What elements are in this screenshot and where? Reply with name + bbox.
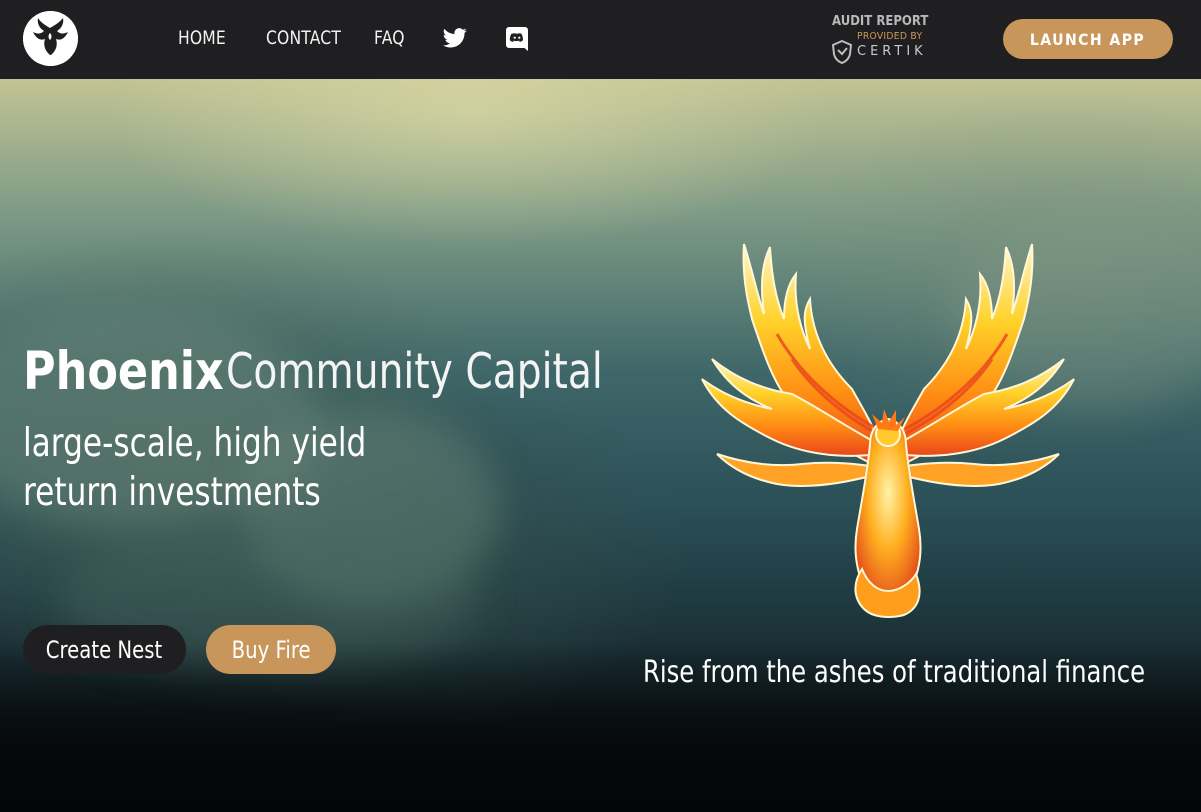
nav-link-contact[interactable]: CONTACT: [266, 27, 341, 49]
hero-title: Phoenix Community Capital: [23, 341, 603, 402]
audit-provided-by-label: PROVIDED BY: [857, 31, 923, 42]
certik-shield-icon: [831, 39, 853, 65]
create-nest-button[interactable]: Create Nest: [23, 625, 186, 674]
nav-link-faq[interactable]: FAQ: [374, 27, 405, 49]
top-navigation-bar: HOME CONTACT FAQ AUDIT REPORT PROVIDED B…: [0, 0, 1201, 79]
hero-subtitle-line-1: large-scale, high yield: [23, 421, 367, 466]
certik-brand-label: CERTIK: [857, 44, 927, 59]
phoenix-bird-icon: [692, 239, 1084, 631]
hero-subtitle-line-2: return investments: [23, 470, 321, 515]
hero-tagline: Rise from the ashes of traditional finan…: [643, 655, 1146, 690]
launch-app-button[interactable]: LAUNCH APP: [1003, 19, 1173, 59]
hero-title-bold: Phoenix: [23, 341, 224, 402]
audit-report-label: AUDIT REPORT: [832, 14, 929, 29]
phoenix-logo-icon[interactable]: [23, 11, 78, 66]
buy-fire-button-label: Buy Fire: [231, 635, 311, 664]
create-nest-button-label: Create Nest: [46, 635, 163, 664]
buy-fire-button[interactable]: Buy Fire: [206, 625, 336, 674]
certik-audit-report-link[interactable]: AUDIT REPORT PROVIDED BY CERTIK: [829, 14, 939, 66]
launch-app-button-label: LAUNCH APP: [1030, 29, 1146, 49]
nav-link-home[interactable]: HOME: [178, 27, 226, 49]
twitter-icon[interactable]: [443, 27, 469, 53]
hero-subtitle: large-scale, high yield return investmen…: [23, 419, 366, 517]
discord-icon[interactable]: [506, 27, 532, 53]
hero-section: Phoenix Community Capital large-scale, h…: [0, 79, 1201, 812]
hero-title-light: Community Capital: [226, 343, 603, 400]
